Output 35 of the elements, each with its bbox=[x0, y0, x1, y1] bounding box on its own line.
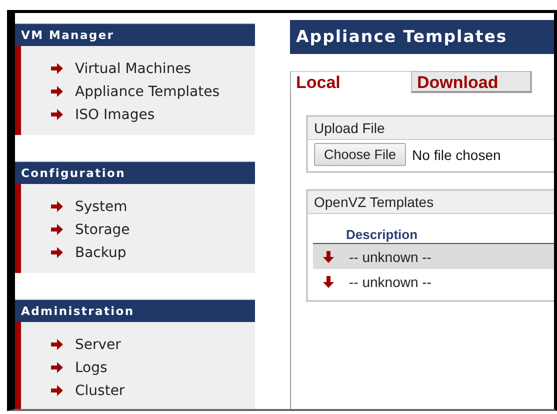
arrow-right-icon bbox=[51, 385, 63, 396]
table-cell: -- unknown -- bbox=[349, 274, 432, 290]
arrow-down-icon bbox=[323, 250, 334, 262]
menu-link[interactable]: Appliance Templates bbox=[75, 84, 220, 100]
panel-title: Upload File bbox=[308, 117, 554, 140]
tab[interactable]: Download bbox=[411, 71, 532, 93]
choose-file-button[interactable]: Choose File bbox=[314, 143, 406, 166]
arrow-right-icon bbox=[51, 339, 63, 350]
arrow-right-icon bbox=[51, 362, 63, 373]
table-row[interactable]: -- unknown -- bbox=[313, 244, 554, 269]
menu-link[interactable]: Storage bbox=[75, 222, 130, 238]
arrow-right-icon bbox=[51, 63, 63, 74]
arrow-right-icon bbox=[51, 109, 63, 120]
panel-title: OpenVZ Templates bbox=[308, 191, 554, 214]
menu-link[interactable]: Backup bbox=[75, 244, 126, 260]
menu-link[interactable]: Server bbox=[75, 336, 121, 352]
page-title: Appliance Templates bbox=[290, 20, 554, 54]
table-row[interactable]: -- unknown -- bbox=[313, 269, 554, 294]
section-header: Configuration bbox=[15, 161, 255, 184]
menu-link[interactable]: Logs bbox=[75, 360, 108, 376]
arrow-right-icon bbox=[51, 247, 63, 258]
menu-link[interactable]: System bbox=[75, 198, 128, 214]
arrow-right-icon bbox=[51, 86, 63, 97]
menu-link[interactable]: ISO Images bbox=[75, 106, 155, 122]
column-header: Description bbox=[346, 227, 418, 242]
file-status: No file chosen bbox=[412, 146, 501, 162]
table-cell: -- unknown -- bbox=[349, 248, 432, 264]
section-header: VM Manager bbox=[15, 23, 255, 46]
menu-link[interactable]: Virtual Machines bbox=[75, 60, 192, 76]
menu-link[interactable]: Cluster bbox=[75, 382, 125, 398]
arrow-down-icon bbox=[323, 276, 334, 288]
arrow-right-icon bbox=[51, 201, 63, 212]
tab[interactable]: Local bbox=[290, 71, 411, 93]
section-header: Administration bbox=[15, 299, 255, 322]
arrow-right-icon bbox=[51, 224, 63, 235]
